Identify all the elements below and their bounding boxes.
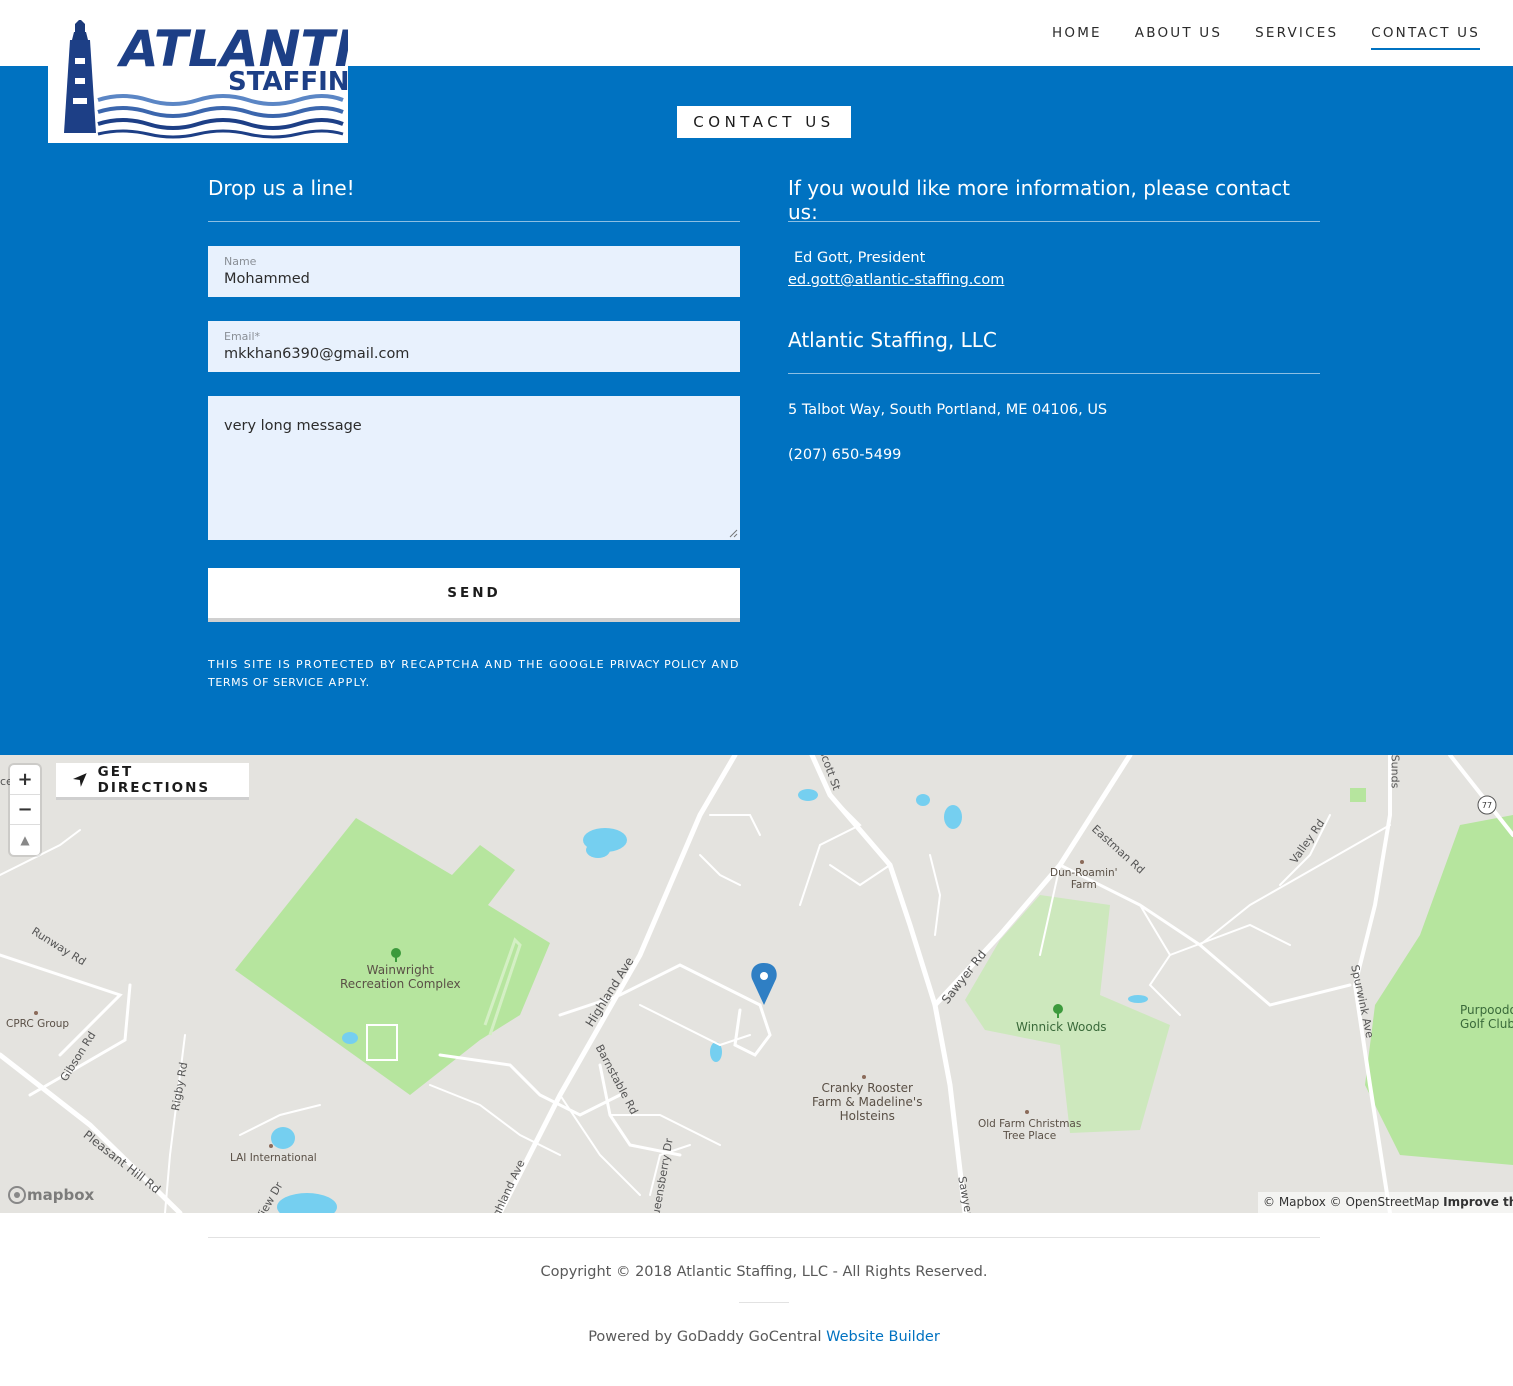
mapbox-logo-text: mapbox <box>27 1186 95 1204</box>
name-label: Name <box>224 255 257 268</box>
place-dun-roamin: Dun-Roamin' Farm <box>1050 867 1118 891</box>
get-directions-button[interactable]: GET DIRECTIONS <box>56 763 249 800</box>
lighthouse-logo-icon: ATLANTIC STAFFING <box>48 0 348 143</box>
terms-of-service-link[interactable]: Terms of Service <box>208 676 324 689</box>
nav-home[interactable]: HOME <box>1052 25 1102 50</box>
nav-contact-us[interactable]: CONTACT US <box>1371 25 1480 50</box>
contact-section: CONTACT US Drop us a line! Name Mohammed… <box>0 66 1513 755</box>
nav-services[interactable]: SERVICES <box>1255 25 1338 50</box>
get-directions-label: GET DIRECTIONS <box>97 764 211 796</box>
resize-handle-icon[interactable] <box>729 529 738 538</box>
contact-person: Ed Gott, President <box>794 250 926 266</box>
place-old-farm: Old Farm Christmas Tree Place <box>978 1118 1082 1142</box>
footer-divider <box>739 1302 789 1303</box>
route-77-label: 77 <box>1482 801 1492 810</box>
send-button[interactable]: SEND <box>208 568 740 622</box>
atlantic-staffing-logo[interactable]: ATLANTIC STAFFING <box>48 0 348 143</box>
attribution-mapbox[interactable]: © Mapbox <box>1263 1195 1326 1209</box>
company-address: 5 Talbot Way, South Portland, ME 04106, … <box>788 402 1108 418</box>
email-value[interactable]: mkkhan6390@gmail.com <box>224 346 724 362</box>
company-phone[interactable]: (207) 650-5499 <box>788 447 1320 463</box>
navigation-arrow-icon <box>72 773 87 787</box>
company-heading: Atlantic Staffing, LLC <box>788 328 1320 374</box>
location-map[interactable]: 77 Wainwright Recreation Complex Winnick… <box>0 755 1513 1213</box>
recaptcha-prefix: This site is protected by reCAPTCHA and … <box>208 658 605 671</box>
section-title: CONTACT US <box>677 106 851 138</box>
road-sunds: Sunds <box>1388 755 1402 789</box>
privacy-policy-link[interactable]: Privacy Policy <box>610 658 707 671</box>
place-lai: LAI International <box>230 1152 317 1164</box>
copyright-text: Copyright © 2018 Atlantic Staffing, LLC … <box>540 1264 988 1280</box>
email-label: Email* <box>224 330 261 343</box>
message-textarea[interactable]: very long message <box>208 396 740 540</box>
info-heading: If you would like more information, plea… <box>788 176 1320 224</box>
site-header: ATLANTIC STAFFING HOME ABOUT US SERVICES… <box>0 0 1513 143</box>
place-wainwright: Wainwright Recreation Complex <box>340 963 461 991</box>
powered-by: Powered by GoDaddy GoCentral Website Bui… <box>208 1329 1320 1345</box>
website-builder-link[interactable]: Website Builder <box>826 1329 940 1345</box>
main-nav: HOME ABOUT US SERVICES CONTACT US <box>1019 25 1480 50</box>
contact-info: If you would like more information, plea… <box>788 176 1320 463</box>
map-attribution: © Mapbox © OpenStreetMap Improve this ma… <box>1258 1192 1513 1213</box>
map-canvas[interactable]: 77 <box>0 755 1513 1213</box>
site-footer: Copyright © 2018 Atlantic Staffing, LLC … <box>208 1237 1320 1345</box>
name-value[interactable]: Mohammed <box>224 271 724 287</box>
place-cranky-rooster: Cranky Rooster Farm & Madeline's Holstei… <box>812 1081 923 1123</box>
mapbox-logo[interactable]: mapbox <box>7 1185 94 1205</box>
contact-form: Drop us a line! Name Mohammed Email* mkk… <box>208 176 740 692</box>
contact-email-link[interactable]: ed.gott@atlantic-staffing.com <box>788 272 1004 288</box>
powered-by-prefix: Powered by GoDaddy GoCentral <box>588 1329 822 1345</box>
message-value[interactable]: very long message <box>224 418 362 434</box>
attribution-improve[interactable]: Improve this map <box>1443 1195 1513 1209</box>
nav-about-us[interactable]: ABOUT US <box>1135 25 1222 50</box>
mapbox-icon <box>8 1186 26 1204</box>
compass-button[interactable]: ▲ <box>10 825 40 855</box>
zoom-out-button[interactable]: − <box>10 795 40 825</box>
name-field[interactable]: Name Mohammed <box>208 246 740 297</box>
recaptcha-notice: This site is protected by reCAPTCHA and … <box>208 656 740 692</box>
recaptcha-suffix: apply. <box>328 676 371 689</box>
place-winnick: Winnick Woods <box>1016 1020 1107 1034</box>
zoom-in-button[interactable]: + <box>10 765 40 795</box>
place-cprc: CPRC Group <box>6 1018 70 1030</box>
form-heading: Drop us a line! <box>208 176 740 222</box>
map-zoom-controls: + − ▲ <box>10 765 40 855</box>
attribution-osm[interactable]: © OpenStreetMap <box>1330 1195 1440 1209</box>
email-field[interactable]: Email* mkkhan6390@gmail.com <box>208 321 740 372</box>
svg-text:STAFFING: STAFFING <box>228 67 348 97</box>
place-purpoodock: Purpoodock Golf Club <box>1460 1003 1513 1031</box>
recaptcha-and: and <box>711 658 740 671</box>
